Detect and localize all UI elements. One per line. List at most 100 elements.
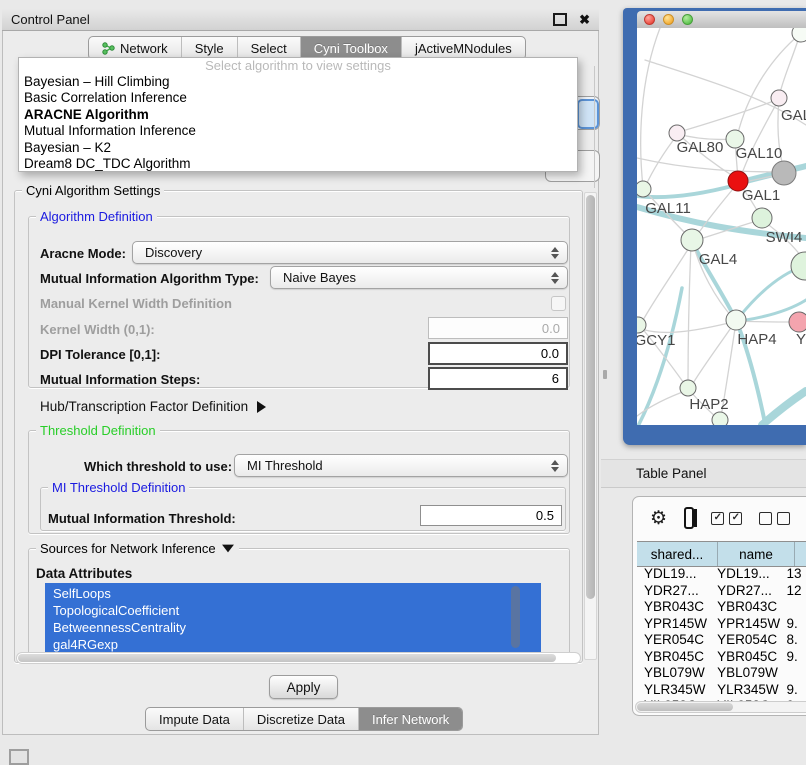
table-cell: YBR045C [710,649,779,666]
tab-discretize-data[interactable]: Discretize Data [244,708,359,730]
table-row[interactable]: YPR145WYPR145W9. [637,616,806,633]
table-horizontal-scrollbar[interactable] [635,701,806,713]
table-cell: YBL079W [637,665,710,682]
settings-vertical-scrollbar[interactable] [584,192,597,660]
table-row[interactable]: YBL079WYBL079W [637,665,806,682]
table-cell: 9. [780,616,806,633]
algorithm-option[interactable]: Basic Correlation Inference [19,90,577,106]
columns-icon[interactable] [684,507,694,529]
groupbox-edge-fragment [594,66,595,188]
settings-horizontal-scrollbar[interactable] [16,652,581,664]
data-attribute-item[interactable]: BetweennessCentrality [45,619,541,636]
network-node[interactable] [771,90,787,106]
network-edge[interactable] [642,243,692,322]
mi-type-select[interactable]: Naive Bayes [270,266,568,289]
tab-infer-network[interactable]: Infer Network [359,708,462,730]
tab-style[interactable]: Style [182,37,238,59]
data-attribute-item[interactable]: gal4RGexp [45,636,541,653]
manual-kernel-checkbox[interactable] [551,296,566,311]
tab-jactivemnodules[interactable]: jActiveMNodules [402,37,525,59]
network-node[interactable] [681,229,703,251]
data-attributes-list[interactable]: SelfLoopsTopologicalCoefficientBetweenne… [45,583,541,653]
table-cell: YPR145W [637,616,710,633]
split-divider-handle[interactable] [603,370,607,379]
gear-icon[interactable]: ⚙ [650,509,667,528]
table-row[interactable]: YDR27...YDR27...12 [637,583,806,600]
network-node[interactable] [680,380,696,396]
table-row[interactable]: YDL19...YDL19...13 [637,566,806,583]
network-edge[interactable] [762,391,806,425]
network-edge[interactable] [637,185,736,197]
mi-type-label: Mutual Information Algorithm Type: [40,271,259,286]
table-cell: YLR345W [637,682,710,699]
network-node[interactable] [752,208,772,228]
sources-group-title[interactable]: Sources for Network Inference [36,541,239,556]
network-node-label: GAL10 [736,145,783,162]
aracne-mode-select[interactable]: Discovery [132,241,568,264]
network-node[interactable] [791,252,806,280]
tab-label: Network [120,41,168,56]
network-window-titlebar[interactable] [637,11,806,28]
table-row[interactable]: YBR045CYBR045C9. [637,649,806,666]
data-attribute-item[interactable]: SelfLoops [45,585,541,602]
network-node-label: GAL80 [677,139,724,156]
table-row[interactable]: YBR043CYBR043C [637,599,806,616]
table-cell: YDL19... [710,566,779,583]
float-window-icon[interactable] [553,13,567,26]
list-scrollbar-thumb[interactable] [511,586,520,648]
network-node-label: HAP4 [737,331,776,348]
table-cell: YBL079W [710,665,779,682]
network-node-label: GCY1 [637,332,675,349]
network-edge[interactable] [688,244,691,385]
kernel-width-input[interactable]: 0.0 [428,317,568,339]
network-node[interactable] [772,161,796,185]
network-canvas[interactable]: GALGAL80GAL10GAL1GAL11SWI4GAL4GCY1HAP4YH… [637,28,806,425]
which-threshold-select[interactable]: MI Threshold [234,454,568,477]
hub-definition-expander[interactable]: Hub/Transcription Factor Definition [40,399,266,414]
table-column-header[interactable]: shared... [637,542,718,566]
tab-label: Select [251,41,287,56]
algorithm-option[interactable]: Mutual Information Inference [19,123,577,139]
network-node[interactable] [789,312,806,332]
network-node[interactable] [712,412,728,425]
network-edge[interactable] [692,322,735,385]
algorithm-option[interactable]: Bayesian – K2 [19,140,577,156]
table-column-header[interactable]: name [718,542,795,566]
select-all-checkboxes-icon[interactable]: ✓✓ [711,512,742,525]
data-attribute-item[interactable]: TopologicalCoefficient [45,602,541,619]
network-node[interactable] [637,181,651,197]
mi-steps-label: Mutual Information Steps: [40,372,200,387]
network-edge[interactable] [637,288,682,425]
table-row[interactable]: YER054CYER054C8. [637,632,806,649]
tab-select[interactable]: Select [238,37,301,59]
network-node-label: GAL [781,107,806,124]
tab-impute-data[interactable]: Impute Data [146,708,244,730]
table-cell: 13 [780,566,806,583]
algorithm-option[interactable]: Dream8 DC_TDC Algorithm [19,156,577,172]
algorithm-option[interactable]: Bayesian – Hill Climbing [19,74,577,90]
deselect-all-checkboxes-icon[interactable] [759,512,790,525]
control-panel-titlebar: Control Panel ✖ [2,8,599,31]
network-node[interactable] [726,310,746,330]
algorithm-dropdown-popup: Select algorithm to view settings Bayesi… [18,57,578,172]
collapse-arrow-icon [222,545,234,553]
apply-button[interactable]: Apply [269,675,338,699]
table-column-header[interactable]: A [795,542,806,566]
close-traffic-light-icon[interactable] [644,14,655,25]
dpi-tolerance-input[interactable]: 0.0 [428,342,568,365]
mi-threshold-input[interactable]: 0.5 [420,505,562,526]
table-cell: 9. [780,682,806,699]
tab-cyni-toolbox[interactable]: Cyni Toolbox [301,37,402,59]
table-panel-header: Table Panel [601,459,806,488]
resize-grip-icon[interactable] [9,749,29,765]
tab-network[interactable]: Network [89,37,182,59]
network-edge[interactable] [738,321,796,322]
zoom-traffic-light-icon[interactable] [682,14,693,25]
table-row[interactable]: YLR345WYLR345W9. [637,682,806,699]
mi-steps-input[interactable]: 6 [428,367,568,390]
table-cell: YBR045C [637,649,710,666]
table-cell [780,599,806,616]
minimize-traffic-light-icon[interactable] [663,14,674,25]
algorithm-option[interactable]: ARACNE Algorithm [19,107,577,123]
close-icon[interactable]: ✖ [579,13,590,26]
